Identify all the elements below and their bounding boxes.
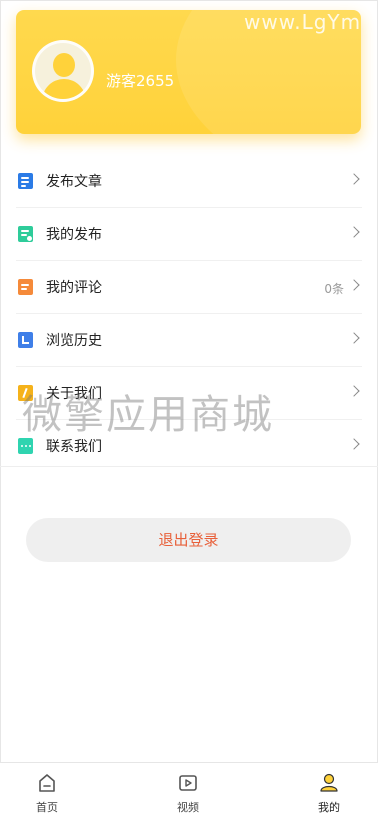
- tab-label: 我的: [318, 801, 340, 814]
- avatar[interactable]: [32, 40, 94, 102]
- menu-item-browse-history[interactable]: 浏览历史: [16, 314, 362, 367]
- menu-item-contact-us[interactable]: 联系我们: [16, 420, 362, 472]
- menu-item-label: 发布文章: [46, 174, 102, 190]
- chevron-right-icon: [348, 385, 360, 397]
- menu-item-label: 我的评论: [46, 280, 102, 296]
- chevron-right-icon: [348, 438, 360, 450]
- bottom-tab-bar: 首页 视频 我的: [0, 762, 378, 815]
- publish-clock-icon: [18, 226, 33, 242]
- chevron-right-icon: [348, 332, 360, 344]
- contact-icon: [18, 438, 33, 454]
- tab-label: 首页: [36, 801, 58, 814]
- profile-icon: [320, 773, 338, 792]
- username[interactable]: 游客2655: [106, 70, 174, 91]
- avatar-body-shape: [42, 79, 86, 99]
- tab-video[interactable]: 视频: [158, 769, 218, 815]
- site-watermark: www.LgYm.cn: [244, 10, 361, 34]
- tab-label: 视频: [177, 801, 199, 814]
- tab-profile[interactable]: 我的: [299, 769, 359, 815]
- comment-count: 0条: [324, 282, 344, 296]
- menu-item-my-publish[interactable]: 我的发布: [16, 208, 362, 261]
- profile-menu: 发布文章 我的发布 我的评论 0条 浏览历史 关于我们 联系我们: [0, 155, 378, 472]
- menu-item-label: 浏览历史: [46, 333, 102, 349]
- menu-item-my-comments[interactable]: 我的评论 0条: [16, 261, 362, 314]
- comment-icon: [18, 279, 33, 295]
- menu-item-about-us[interactable]: 关于我们: [16, 367, 362, 420]
- menu-divider: [0, 466, 378, 467]
- profile-header-card: www.LgYm.cn 游客2655: [16, 10, 361, 134]
- video-icon: [179, 775, 197, 791]
- chevron-right-icon: [348, 173, 360, 185]
- home-icon: [39, 774, 55, 792]
- chevron-right-icon: [348, 226, 360, 238]
- history-icon: [18, 332, 33, 348]
- menu-item-label: 我的发布: [46, 227, 102, 243]
- menu-item-label: 关于我们: [46, 386, 102, 402]
- menu-item-label: 联系我们: [46, 439, 102, 455]
- tab-home[interactable]: 首页: [17, 769, 77, 815]
- menu-item-publish-article[interactable]: 发布文章: [16, 155, 362, 208]
- about-icon: [18, 385, 33, 401]
- avatar-head-shape: [53, 53, 75, 77]
- chevron-right-icon: [348, 279, 360, 291]
- document-icon: [18, 173, 33, 189]
- logout-button[interactable]: 退出登录: [26, 518, 351, 562]
